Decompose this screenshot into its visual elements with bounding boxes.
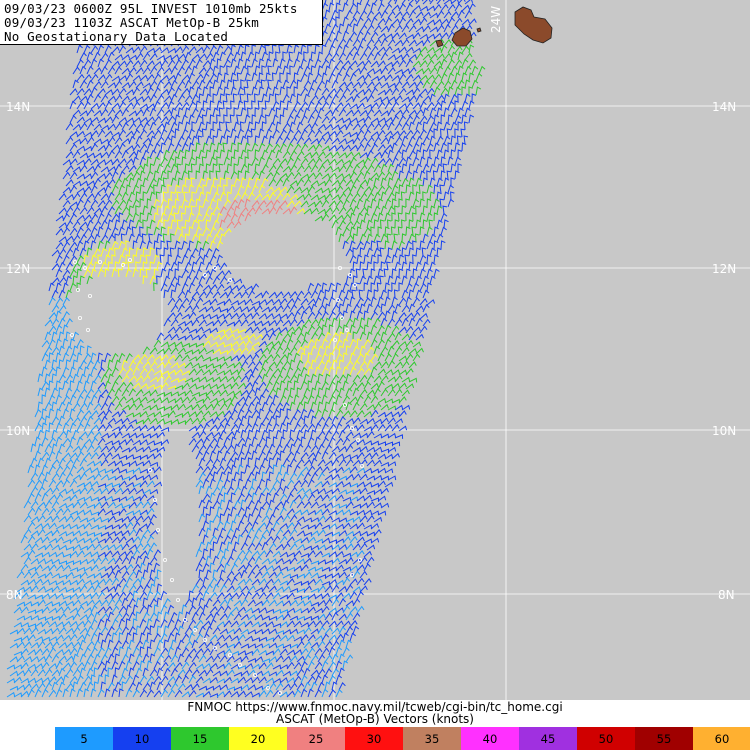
header-storm-line: 09/03/23 0600Z 95L INVEST 1010mb 25kts [4, 1, 298, 16]
header-info-box: 09/03/23 0600Z 95L INVEST 1010mb 25kts 0… [0, 0, 323, 45]
lat-label-8n-right: 8N [718, 588, 735, 602]
header-pass-line: 09/03/23 1103Z ASCAT MetOp-B 25km [4, 15, 259, 30]
lat-label-12n-left: 12N [6, 262, 30, 276]
scatterometer-map: 14N 14N 12N 12N 10N 10N 8N 8N 24W [0, 0, 750, 700]
lat-label-10n-right: 10N [712, 424, 736, 438]
lat-label-8n-left: 8N [6, 588, 23, 602]
lat-label-10n-left: 10N [6, 424, 30, 438]
lat-label-14n-left: 14N [6, 100, 30, 114]
lat-label-12n-right: 12N [712, 262, 736, 276]
lat-label-14n-right: 14N [712, 100, 736, 114]
lon-label-24w: 24W [489, 6, 503, 33]
island-small-2 [476, 27, 482, 33]
